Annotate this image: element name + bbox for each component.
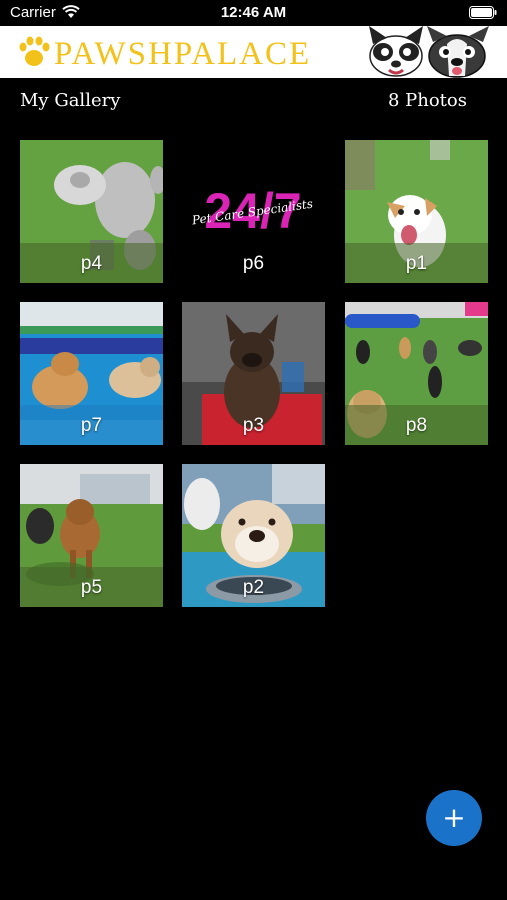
status-bar: Carrier 12:46 AM — [0, 0, 507, 26]
brand-logo-text: PAWSHPALACE — [54, 36, 311, 70]
photo-tile[interactable]: p8 — [345, 302, 488, 445]
photo-label: p5 — [80, 577, 103, 598]
photo-label: p8 — [405, 415, 428, 436]
brand-logo: PAWSHPALACE — [19, 36, 311, 70]
photo-label: p4 — [80, 253, 103, 274]
photo-label: p7 — [80, 415, 103, 436]
photo-tile[interactable]: p1 — [345, 140, 488, 283]
photo-label: p1 — [405, 253, 428, 274]
photo-tile[interactable]: p2 — [182, 464, 325, 607]
page-title: My Gallery — [20, 90, 121, 111]
brand-banner: PAWSHPALACE — [0, 26, 507, 78]
photo-tile[interactable]: p5 — [20, 464, 163, 607]
app-screen: Carrier 12:46 AM PAWSHPALACE My Gallery … — [0, 0, 507, 900]
photo-count: 8 Photos — [387, 90, 467, 111]
dogs-illustration — [369, 26, 489, 78]
photo-tile[interactable]: 24/7 Pet Care Specialists p6 — [182, 140, 325, 283]
photo-tile[interactable]: p3 — [182, 302, 325, 445]
battery-icon — [469, 6, 497, 19]
paw-icon — [19, 36, 50, 66]
photo-tile[interactable]: p4 — [20, 140, 163, 283]
svg-text:PAWSHPALACE: PAWSHPALACE — [54, 36, 311, 70]
photo-label: p6 — [242, 253, 265, 274]
photo-tile[interactable]: p7 — [20, 302, 163, 445]
clock: 12:46 AM — [220, 4, 287, 21]
photo-label: p3 — [242, 415, 265, 436]
gallery-header: My Gallery 8 Photos — [0, 80, 507, 122]
photo-label: p2 — [242, 577, 265, 598]
add-photo-button[interactable]: + — [426, 790, 482, 846]
plus-icon: + — [442, 801, 466, 834]
